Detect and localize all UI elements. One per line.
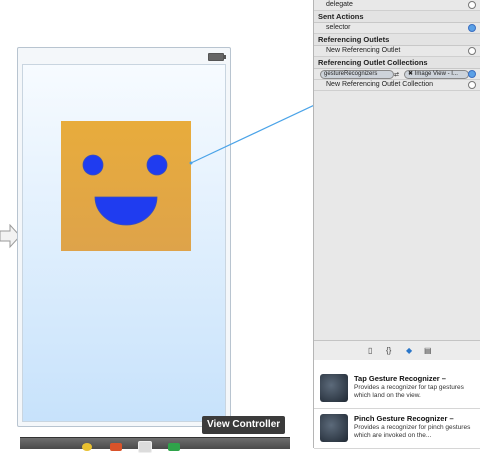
close-icon[interactable]: ✖ bbox=[408, 71, 415, 77]
collection-target-pill[interactable]: ✖ Image View - I... bbox=[404, 70, 469, 79]
outlet-label: delegate bbox=[326, 1, 353, 8]
new-outlet-collection-row[interactable]: New Referencing Outlet Collection bbox=[314, 80, 480, 91]
action-label: selector bbox=[326, 24, 351, 31]
arrow-icon: ⇄ bbox=[394, 72, 400, 78]
new-referencing-outlet-row[interactable]: New Referencing Outlet bbox=[314, 46, 480, 57]
right-eye bbox=[146, 154, 168, 176]
outlet-row-delegate[interactable]: delegate bbox=[314, 0, 480, 11]
smiley-face-graphic bbox=[82, 154, 168, 226]
exit-icon[interactable] bbox=[110, 443, 122, 451]
view-controller-tooltip: View Controller bbox=[202, 416, 286, 434]
library-item-title: Pinch Gesture Recognizer – bbox=[354, 414, 454, 423]
braces-icon[interactable]: {} bbox=[386, 346, 391, 355]
view-controller-icon[interactable] bbox=[138, 441, 152, 453]
library-item-pinch-gesture[interactable]: Pinch Gesture Recognizer – Provides a re… bbox=[314, 410, 480, 449]
connected-circle-icon[interactable] bbox=[468, 70, 476, 78]
image-view[interactable] bbox=[61, 121, 191, 251]
pinch-gesture-icon bbox=[320, 414, 348, 442]
library-item-tap-gesture[interactable]: Tap Gesture Recognizer – Provides a reco… bbox=[314, 370, 480, 409]
sent-actions-header: Sent Actions bbox=[314, 11, 480, 23]
outlet-label: New Referencing Outlet Collection bbox=[326, 81, 433, 88]
first-responder-icon[interactable] bbox=[82, 443, 92, 451]
target-label: Image View - I... bbox=[414, 71, 458, 77]
grid-icon[interactable]: ▤ bbox=[424, 346, 432, 355]
left-eye bbox=[82, 154, 104, 176]
outlet-label: New Referencing Outlet bbox=[326, 47, 401, 54]
smile-mouth bbox=[94, 196, 158, 226]
file-icon[interactable]: ▯ bbox=[368, 346, 372, 355]
collection-source-pill[interactable]: gestureRecognizers bbox=[320, 70, 394, 79]
object-library: Tap Gesture Recognizer – Provides a reco… bbox=[314, 360, 480, 449]
library-tabs: ▯ {} ◆ ▤ bbox=[314, 340, 480, 362]
storyboard-canvas[interactable]: View Controller bbox=[0, 0, 313, 453]
connections-inspector: delegate Sent Actions selector Referenci… bbox=[313, 0, 480, 449]
library-item-title: Tap Gesture Recognizer – bbox=[354, 374, 446, 383]
tap-gesture-icon bbox=[320, 374, 348, 402]
cube-icon[interactable]: ◆ bbox=[406, 346, 412, 355]
scene-dock bbox=[20, 437, 290, 453]
battery-icon bbox=[208, 53, 226, 61]
connection-circle-icon[interactable] bbox=[468, 1, 476, 9]
connection-circle-icon[interactable] bbox=[468, 47, 476, 55]
connected-circle-icon[interactable] bbox=[468, 24, 476, 32]
library-item-description: Provides a recognizer for pinch gestures… bbox=[354, 424, 471, 439]
referencing-outlets-header: Referencing Outlets bbox=[314, 34, 480, 46]
gesture-recognizer-icon[interactable] bbox=[168, 443, 180, 451]
library-item-description: Provides a recognizer for tap gestures w… bbox=[354, 384, 464, 399]
outlet-collections-header: Referencing Outlet Collections bbox=[314, 57, 480, 69]
collection-row-gesture-recognizers[interactable]: gestureRecognizers ⇄ ✖ Image View - I... bbox=[314, 69, 480, 80]
connection-circle-icon[interactable] bbox=[468, 81, 476, 89]
action-row-selector[interactable]: selector bbox=[314, 23, 480, 34]
